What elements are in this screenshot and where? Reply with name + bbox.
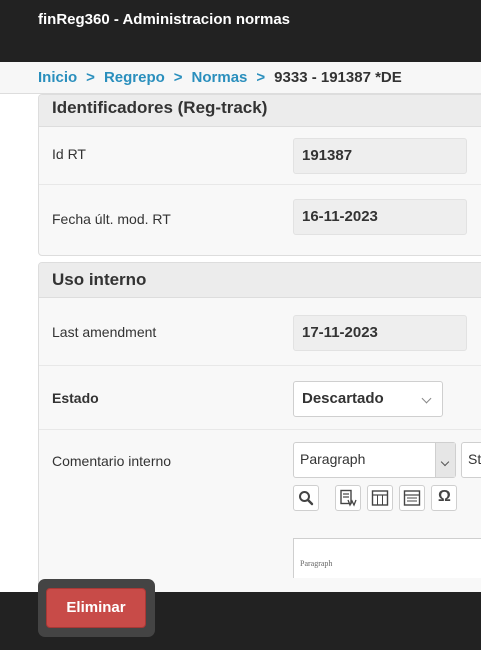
format-select-value: Paragraph (300, 451, 366, 467)
id-rt-value: 191387 (293, 138, 467, 174)
uso-interno-panel-title: Uso interno (39, 263, 481, 298)
estado-select-value: Descartado (302, 390, 384, 407)
breadcrumb: Inicio > Regrepo > Normas >9333 - 191387 *DE (0, 62, 481, 94)
insert-table-button[interactable] (367, 485, 393, 511)
breadcrumb-separator: > (173, 69, 183, 86)
insert-template-button[interactable] (399, 485, 425, 511)
breadcrumb-normas[interactable]: Normas (192, 69, 248, 86)
format-select[interactable]: Paragraph (293, 442, 456, 478)
id-rt-label: Id RT (52, 146, 86, 162)
fecha-mod-rt-value: 16-11-2023 (293, 199, 467, 235)
fecha-mod-rt-row: Fecha últ. mod. RT 16-11-2023 (39, 185, 481, 255)
style-select[interactable]: St (461, 442, 481, 478)
last-amendment-label: Last amendment (52, 324, 157, 340)
uso-interno-panel: Uso interno Last amendment 17-11-2023 Es… (38, 262, 481, 602)
editor-path-preview: Paragraph (300, 559, 333, 568)
app-header: finReg360 - Administracion normas (0, 0, 481, 62)
delete-button[interactable]: Eliminar (46, 588, 146, 628)
spellcheck-button[interactable] (335, 485, 361, 511)
identificadores-panel: Identificadores (Reg-track) Id RT 191387… (38, 94, 481, 256)
special-character-button[interactable]: Ω (431, 485, 457, 511)
estado-select[interactable]: Descartado (293, 381, 443, 417)
estado-row: Estado Descartado (39, 366, 481, 430)
estado-label: Estado (52, 390, 99, 406)
breadcrumb-separator: > (86, 69, 95, 86)
style-select-value: St (468, 451, 481, 467)
last-amendment-value: 17-11-2023 (293, 315, 467, 351)
last-amendment-row: Last amendment 17-11-2023 (39, 298, 481, 366)
breadcrumb-separator: > (256, 69, 266, 86)
breadcrumb-current: 9333 - 191387 *DE (274, 69, 402, 86)
special-character-icon: Ω (438, 488, 451, 505)
identificadores-panel-title: Identificadores (Reg-track) (39, 95, 481, 127)
delete-button-container: Eliminar (38, 579, 155, 637)
app-title: finReg360 - Administracion normas (38, 11, 290, 28)
chevron-down-icon (435, 443, 455, 477)
breadcrumb-regrepo[interactable]: Regrepo (104, 69, 165, 86)
fecha-mod-rt-label: Fecha últ. mod. RT (52, 211, 171, 227)
comment-editor-area[interactable]: Paragraph (293, 538, 481, 578)
chevron-down-icon (421, 393, 432, 404)
comentario-interno-label: Comentario interno (52, 453, 172, 469)
id-rt-row: Id RT 191387 (39, 127, 481, 185)
comentario-interno-row: Comentario interno Paragraph St Ω Paragr… (39, 430, 481, 601)
breadcrumb-inicio[interactable]: Inicio (38, 69, 77, 86)
find-replace-button[interactable] (293, 485, 319, 511)
